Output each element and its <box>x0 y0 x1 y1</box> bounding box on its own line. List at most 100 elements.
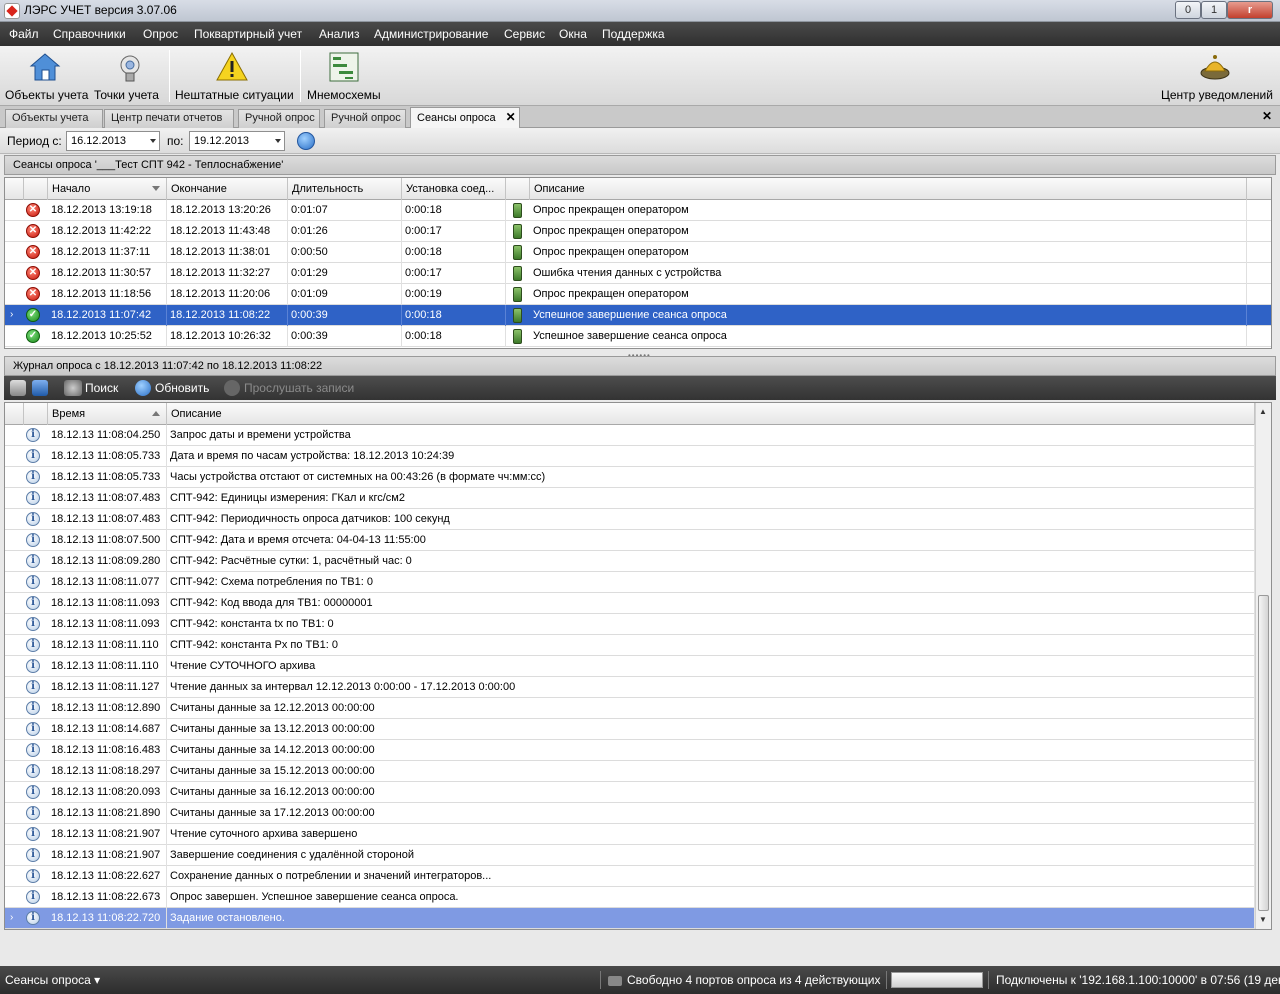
session-row[interactable]: ✕ 18.12.2013 13:19:18 18.12.2013 13:20:26 0… <box>5 200 1271 221</box>
log-row[interactable]: i 18.12.13 11:08:11.077 СПТ-942: Схема пот… <box>5 572 1255 593</box>
tab-close-icon[interactable]: ✕ <box>506 110 516 124</box>
search-button[interactable]: Поиск <box>85 381 118 395</box>
session-end: 18.12.2013 11:32:27 <box>167 263 288 284</box>
log-time: 18.12.13 11:08:11.127 <box>48 677 167 698</box>
save-icon[interactable] <box>32 380 48 396</box>
session-row[interactable]: ✕ 18.12.2013 11:42:22 18.12.2013 11:43:48 0… <box>5 221 1271 242</box>
points-button[interactable]: Точки учета <box>92 46 166 106</box>
menu-support[interactable]: Поддержка <box>602 27 665 41</box>
notifications-button[interactable]: Центр уведомлений <box>1158 46 1276 106</box>
log-row[interactable]: i 18.12.13 11:08:11.110 Чтение СУТОЧНОГО а… <box>5 656 1255 677</box>
log-row[interactable]: i 18.12.13 11:08:05.733 Дата и время по ча… <box>5 446 1255 467</box>
period-from-field[interactable]: 16.12.2013 <box>66 131 160 151</box>
menu-polling[interactable]: Опрос <box>143 27 178 41</box>
info-icon: i <box>26 617 40 631</box>
session-row[interactable]: ✕ 18.12.2013 11:18:56 18.12.2013 11:20:06 0… <box>5 284 1271 305</box>
print-icon[interactable] <box>10 380 26 396</box>
tab-report-print-center[interactable]: Центр печати отчетов <box>104 109 234 128</box>
log-row[interactable]: i 18.12.13 11:08:21.907 Завершение соедине… <box>5 845 1255 866</box>
header-end[interactable]: Окончание <box>167 178 288 200</box>
menu-apartment-metering[interactable]: Поквартирный учет <box>194 27 302 41</box>
success-icon: ✓ <box>26 329 40 343</box>
scroll-up-icon[interactable]: ▲ <box>1259 407 1267 416</box>
window-title: ЛЭРС УЧЕТ версия 3.07.06 <box>24 3 177 17</box>
objects-button[interactable]: Объекты учета <box>0 46 90 106</box>
log-row[interactable]: i 18.12.13 11:08:09.280 СПТ-942: Расчётные… <box>5 551 1255 572</box>
status-view-selector[interactable]: Сеансы опроса ▾ <box>5 973 100 987</box>
log-row[interactable]: i 18.12.13 11:08:07.500 СПТ-942: Дата и вр… <box>5 530 1255 551</box>
session-row[interactable]: ✕ 18.12.2013 11:37:11 18.12.2013 11:38:01 0… <box>5 242 1271 263</box>
status-progress-bar <box>891 972 983 988</box>
period-to-value: 19.12.2013 <box>194 135 250 147</box>
log-description: Считаны данные за 14.12.2013 00:00:00 <box>167 740 1255 761</box>
maximize-button[interactable]: 1 <box>1201 1 1227 19</box>
header-start[interactable]: Начало <box>48 178 167 200</box>
header-connect[interactable]: Установка соед... <box>402 178 506 200</box>
log-row[interactable]: i 18.12.13 11:08:07.483 СПТ-942: Единицы и… <box>5 488 1255 509</box>
session-description: Успешное завершение сеанса опроса <box>530 305 1247 326</box>
log-row[interactable]: i 18.12.13 11:08:14.687 Считаны данные за … <box>5 719 1255 740</box>
log-row[interactable]: i 18.12.13 11:08:11.093 СПТ-942: константа… <box>5 614 1255 635</box>
session-row[interactable]: ✓ 18.12.2013 10:25:52 18.12.2013 10:26:32 0… <box>5 326 1271 347</box>
log-row[interactable]: i 18.12.13 11:08:20.093 Считаны данные за … <box>5 782 1255 803</box>
tab-manual-poll-1[interactable]: Ручной опрос <box>238 109 320 128</box>
session-row[interactable]: ✕ 18.12.2013 11:30:57 18.12.2013 11:32:27 0… <box>5 263 1271 284</box>
log-row[interactable]: i 18.12.13 11:08:11.093 СПТ-942: Код ввода… <box>5 593 1255 614</box>
menu-administration[interactable]: Администрирование <box>374 27 488 41</box>
session-description: Опрос прекращен оператором <box>530 221 1247 242</box>
scroll-down-icon[interactable]: ▼ <box>1259 915 1267 924</box>
refresh-icon[interactable] <box>297 132 315 150</box>
menu-windows[interactable]: Окна <box>559 27 587 41</box>
log-row[interactable]: i 18.12.13 11:08:21.907 Чтение суточного а… <box>5 824 1255 845</box>
header-time[interactable]: Время <box>48 403 167 425</box>
tab-polling-sessions[interactable]: Сеансы опроса ✕ <box>410 107 520 128</box>
app-logo-icon <box>4 3 20 19</box>
log-row[interactable]: i 18.12.13 11:08:22.673 Опрос завершен. Ус… <box>5 887 1255 908</box>
refresh-button[interactable]: Обновить <box>155 381 209 395</box>
session-duration: 0:01:09 <box>288 284 402 305</box>
log-row[interactable]: i 18.12.13 11:08:18.297 Считаны данные за … <box>5 761 1255 782</box>
session-start: 18.12.2013 11:18:56 <box>48 284 167 305</box>
log-row[interactable]: i 18.12.13 11:08:11.127 Чтение данных за и… <box>5 677 1255 698</box>
listen-records-button[interactable]: Прослушать записи <box>244 381 354 395</box>
toolbar-divider <box>169 50 170 102</box>
log-row[interactable]: i 18.12.13 11:08:16.483 Считаны данные за … <box>5 740 1255 761</box>
log-row[interactable]: i 18.12.13 11:08:12.890 Считаны данные за … <box>5 698 1255 719</box>
info-icon: i <box>26 596 40 610</box>
log-row[interactable]: i 18.12.13 11:08:04.250 Запрос даты и врем… <box>5 425 1255 446</box>
session-start: 18.12.2013 11:30:57 <box>48 263 167 284</box>
menu-file[interactable]: Файл <box>9 27 39 41</box>
log-row[interactable]: i 18.12.13 11:08:07.483 СПТ-942: Периодичн… <box>5 509 1255 530</box>
log-description: СПТ-942: Дата и время отсчета: 04-04-13 … <box>167 530 1255 551</box>
log-description: Часы устройства отстают от системных на … <box>167 467 1255 488</box>
menu-references[interactable]: Справочники <box>53 27 126 41</box>
session-description: Опрос прекращен оператором <box>530 200 1247 221</box>
info-icon: i <box>26 554 40 568</box>
log-row[interactable]: i 18.12.13 11:08:05.733 Часы устройства от… <box>5 467 1255 488</box>
close-window-button[interactable]: r <box>1227 1 1273 19</box>
tab-manual-poll-2[interactable]: Ручной опрос <box>324 109 406 128</box>
tab-objects[interactable]: Объекты учета <box>5 109 103 128</box>
log-row[interactable]: › i 18.12.13 11:08:22.720 Задание остановле… <box>5 908 1255 929</box>
close-all-tabs-icon[interactable]: ✕ <box>1262 109 1272 123</box>
session-connect: 0:00:19 <box>402 284 506 305</box>
sessions-table: Начало Окончание Длительность Установка … <box>4 177 1272 349</box>
emergencies-button[interactable]: Нештатные ситуации <box>172 46 296 106</box>
info-icon: i <box>26 659 40 673</box>
log-row[interactable]: i 18.12.13 11:08:11.110 СПТ-942: константа… <box>5 635 1255 656</box>
period-to-field[interactable]: 19.12.2013 <box>189 131 285 151</box>
menu-analysis[interactable]: Анализ <box>319 27 360 41</box>
session-row[interactable]: › ✓ 18.12.2013 11:07:42 18.12.2013 11:08:22… <box>5 305 1271 326</box>
scrollbar-thumb[interactable] <box>1258 595 1269 911</box>
log-row[interactable]: i 18.12.13 11:08:21.890 Считаны данные за … <box>5 803 1255 824</box>
header-duration[interactable]: Длительность <box>288 178 402 200</box>
mnemo-button[interactable]: Мнемосхемы <box>303 46 385 106</box>
menu-service[interactable]: Сервис <box>504 27 545 41</box>
log-scrollbar[interactable]: ▲ ▼ <box>1255 403 1271 929</box>
info-icon: i <box>26 680 40 694</box>
minimize-button[interactable]: 0 <box>1175 1 1201 19</box>
menu-bar: Файл Справочники Опрос Поквартирный учет… <box>0 22 1280 46</box>
header-description[interactable]: Описание <box>530 178 1247 200</box>
log-row[interactable]: i 18.12.13 11:08:22.627 Сохранение данных … <box>5 866 1255 887</box>
header-log-description[interactable]: Описание <box>167 403 1255 425</box>
